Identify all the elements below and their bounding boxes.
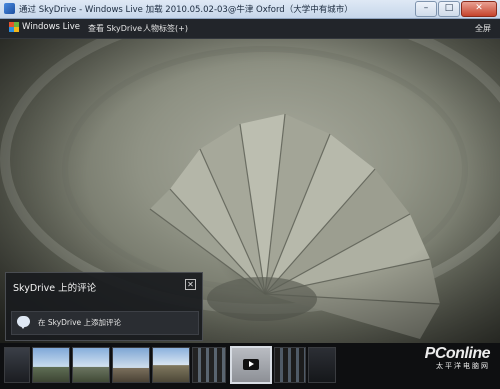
windows-live-logo[interactable]: Windows Live [9,22,80,32]
viewer-toolbar: Windows Live 查看 SkyDrive 人物标签(+) 全屏 [0,19,500,39]
close-icon[interactable]: ✕ [185,279,196,290]
logo-text: Windows Live [22,22,81,32]
window-controls: – □ ✕ [415,1,497,17]
thumbnail[interactable] [152,347,190,383]
pconline-watermark: PConline 太平洋电脑网 [425,345,491,371]
thumbnail[interactable] [4,347,30,383]
thumbnail[interactable] [308,347,336,383]
thumbnail[interactable] [112,347,150,383]
add-comment-link[interactable]: 在 SkyDrive 上添加评论 [38,317,121,328]
window-title: 通过 SkyDrive - Windows Live 加载 2010.05.02… [19,5,353,15]
fullscreen-button[interactable]: 全屏 [475,23,491,34]
add-comment-box[interactable]: 在 SkyDrive 上添加评论 [11,311,199,335]
thumbnail[interactable] [192,347,226,383]
close-button[interactable]: ✕ [461,1,497,17]
thumbnail[interactable] [72,347,110,383]
minimize-button[interactable]: – [415,1,437,17]
thumbnail[interactable] [274,347,306,383]
thumbnail-selected[interactable] [230,346,272,384]
people-tags-link[interactable]: 人物标签(+) [143,23,188,34]
thumbnail[interactable] [32,347,70,383]
speech-bubble-icon [17,316,30,329]
ie-icon [4,3,15,14]
play-icon [243,359,259,370]
title-bar[interactable]: 通过 SkyDrive - Windows Live 加载 2010.05.02… [0,0,500,19]
windows-flag-icon [9,22,19,32]
maximize-button[interactable]: □ [438,1,460,17]
photo-viewer-window: 通过 SkyDrive - Windows Live 加载 2010.05.02… [0,0,500,389]
comments-panel: SkyDrive 上的评论 ✕ 在 SkyDrive 上添加评论 [5,272,203,341]
view-skydrive-link[interactable]: 查看 SkyDrive [88,23,142,34]
comments-title: SkyDrive 上的评论 [13,283,97,294]
